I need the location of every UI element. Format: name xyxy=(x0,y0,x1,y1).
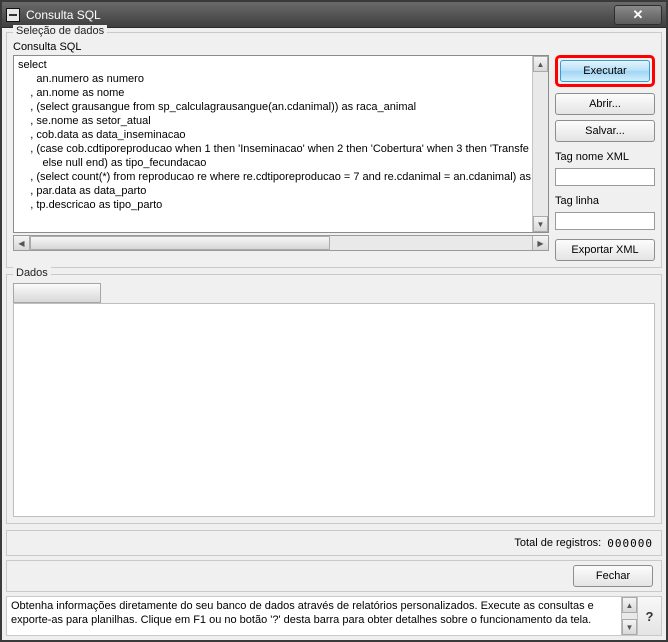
help-button[interactable]: ? xyxy=(637,597,661,635)
sql-textarea-container: ▲ ▼ xyxy=(13,55,549,233)
dados-label: Dados xyxy=(13,267,51,279)
total-registros-row: Total de registros: 000000 xyxy=(6,530,662,556)
tag-nome-xml-label: Tag nome XML xyxy=(555,151,655,163)
scroll-up-arrow-icon[interactable]: ▲ xyxy=(622,597,637,613)
close-window-button[interactable]: ✕ xyxy=(614,5,662,25)
fechar-button[interactable]: Fechar xyxy=(573,565,653,587)
exportar-xml-button[interactable]: Exportar XML xyxy=(555,239,655,261)
horizontal-scroll-thumb[interactable] xyxy=(30,236,330,250)
grid-header-cell[interactable] xyxy=(13,283,101,303)
sql-vertical-scrollbar[interactable]: ▲ ▼ xyxy=(532,56,548,232)
window-body: Seleção de dados Consulta SQL ▲ ▼ ◀ xyxy=(2,28,666,640)
tag-linha-label: Tag linha xyxy=(555,195,655,207)
info-text: Obtenha informações diretamente do seu b… xyxy=(7,597,621,635)
window-title: Consulta SQL xyxy=(26,8,614,22)
scroll-left-arrow-icon[interactable]: ◀ xyxy=(14,236,30,250)
query-panel: Consulta SQL ▲ ▼ ◀ ▶ xyxy=(13,41,549,261)
scroll-down-arrow-icon[interactable]: ▼ xyxy=(622,619,637,635)
total-registros-label: Total de registros: xyxy=(514,537,601,549)
horizontal-scroll-track[interactable] xyxy=(330,236,532,250)
tag-nome-xml-input[interactable] xyxy=(555,168,655,186)
abrir-button[interactable]: Abrir... xyxy=(555,93,655,115)
sql-horizontal-scrollbar[interactable]: ◀ ▶ xyxy=(13,235,549,251)
consulta-sql-label: Consulta SQL xyxy=(13,41,549,53)
dados-group: Dados xyxy=(6,274,662,524)
data-grid-body[interactable] xyxy=(13,303,655,517)
scroll-right-arrow-icon[interactable]: ▶ xyxy=(532,236,548,250)
tag-linha-input[interactable] xyxy=(555,212,655,230)
salvar-button[interactable]: Salvar... xyxy=(555,120,655,142)
data-grid-header xyxy=(13,283,655,303)
sql-console-window: Consulta SQL ✕ Seleção de dados Consulta… xyxy=(0,0,668,642)
action-button-panel: Executar Abrir... Salvar... Tag nome XML… xyxy=(555,41,655,261)
selecao-dados-label: Seleção de dados xyxy=(13,25,107,37)
fechar-row: Fechar xyxy=(6,560,662,592)
sql-input[interactable] xyxy=(14,56,532,232)
total-registros-value: 000000 xyxy=(607,537,653,550)
system-menu-icon[interactable] xyxy=(6,8,20,22)
executar-highlight-frame: Executar xyxy=(555,55,655,87)
executar-button[interactable]: Executar xyxy=(560,60,650,82)
info-bar: Obtenha informações diretamente do seu b… xyxy=(6,596,662,636)
scroll-down-arrow-icon[interactable]: ▼ xyxy=(533,216,548,232)
selecao-dados-group: Seleção de dados Consulta SQL ▲ ▼ ◀ xyxy=(6,32,662,268)
scroll-up-arrow-icon[interactable]: ▲ xyxy=(533,56,548,72)
info-vertical-scrollbar[interactable]: ▲ ▼ xyxy=(621,597,637,635)
